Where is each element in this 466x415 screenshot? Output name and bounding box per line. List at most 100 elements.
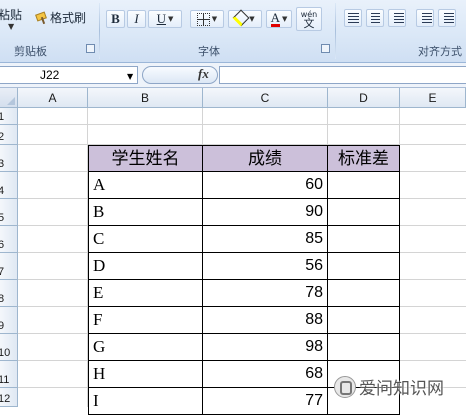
underline-label: U (156, 11, 166, 26)
table-cell-std[interactable] (327, 226, 400, 253)
table-cell-score[interactable]: 85 (202, 226, 328, 253)
chevron-down-icon: ▼ (282, 15, 288, 23)
column-header-d[interactable]: D (328, 88, 400, 108)
align-right-button[interactable] (388, 9, 406, 27)
border-grid-icon (196, 12, 210, 26)
row-header-6[interactable]: 6 (0, 226, 18, 253)
indent-icon (422, 13, 432, 23)
align-left-icon (348, 13, 359, 23)
row-number: 3 (0, 158, 4, 170)
fill-color-button[interactable]: ▼ (228, 9, 262, 28)
table-cell-score[interactable]: 88 (202, 307, 328, 334)
row-number: 10 (0, 347, 11, 359)
header-cell-score[interactable]: 成绩 (202, 145, 328, 172)
indent-icon (444, 13, 454, 23)
table-cell-std[interactable] (327, 307, 400, 334)
table-cell-score[interactable]: 77 (202, 388, 328, 415)
row-header-1[interactable]: 1 (0, 108, 18, 125)
paintbrush-icon (34, 12, 48, 24)
align-center-button[interactable] (366, 9, 384, 27)
row-number: 1 (0, 111, 4, 123)
grid-line (18, 124, 466, 125)
table-cell-name[interactable]: H (88, 361, 203, 388)
table-cell-std[interactable] (327, 172, 400, 199)
row-header-2[interactable]: 2 (0, 125, 18, 145)
align-right-icon (394, 13, 404, 23)
chevron-down-icon: ▼ (168, 15, 174, 23)
table-cell-score[interactable]: 98 (202, 334, 328, 361)
decrease-indent-button[interactable] (416, 9, 434, 27)
table-cell-name[interactable]: E (88, 280, 203, 307)
row-header-4[interactable]: 4 (0, 172, 18, 199)
column-header-a[interactable]: A (18, 88, 88, 108)
table-cell-score[interactable]: 78 (202, 280, 328, 307)
table-cell-name[interactable]: D (88, 253, 203, 280)
table-cell-score[interactable]: 60 (202, 172, 328, 199)
table-cell-std[interactable] (327, 199, 400, 226)
header-cell-std-dev[interactable]: 标准差 (327, 145, 400, 172)
table-cell-name[interactable]: F (88, 307, 203, 334)
table-cell-name[interactable]: G (88, 334, 203, 361)
insert-function-button[interactable]: fx (198, 66, 209, 82)
row-number: 4 (0, 185, 4, 197)
name-box-dropdown-icon[interactable]: ▼ (127, 72, 133, 81)
group-separator (335, 3, 336, 59)
formula-bar: J22 ▼ fx (0, 63, 466, 88)
paste-dropdown-arrow[interactable]: ▼ (8, 22, 14, 31)
phonetic-guide-button[interactable]: wén 文 (296, 7, 322, 31)
row-header-3[interactable]: 3 (0, 145, 18, 172)
font-group-label: 字体 (198, 45, 220, 58)
row-header-8[interactable]: 8 (0, 280, 18, 307)
watermark-logo-icon (334, 375, 356, 398)
clipboard-dialog-launcher[interactable] (86, 44, 95, 53)
chevron-down-icon: ▼ (211, 15, 218, 23)
align-left-button[interactable] (344, 9, 362, 27)
alignment-group-label: 对齐方式 (418, 45, 462, 58)
row-number: 2 (0, 131, 4, 143)
table-cell-name[interactable]: C (88, 226, 203, 253)
table-cell-score[interactable]: 56 (202, 253, 328, 280)
row-header-12[interactable]: 12 (0, 388, 18, 407)
underline-button[interactable]: U ▼ (148, 10, 182, 28)
paste-button[interactable]: 粘贴 (0, 6, 22, 23)
row-number: 7 (0, 266, 4, 278)
row-number: 5 (0, 212, 4, 224)
row-number: 6 (0, 239, 4, 251)
table-cell-name[interactable]: A (88, 172, 203, 199)
row-header-9[interactable]: 9 (0, 307, 18, 334)
borders-button[interactable]: ▼ (190, 10, 224, 28)
bold-button[interactable]: B (106, 10, 125, 28)
formula-input[interactable] (219, 66, 466, 84)
row-header-5[interactable]: 5 (0, 199, 18, 226)
format-painter-button[interactable]: 格式刷 (34, 9, 86, 26)
increase-indent-button[interactable] (438, 9, 456, 27)
font-color-a-icon: A (270, 10, 280, 27)
table-cell-std[interactable] (327, 280, 400, 307)
column-header-b[interactable]: B (88, 88, 203, 108)
table-cell-std[interactable] (327, 253, 400, 280)
row-header-7[interactable]: 7 (0, 253, 18, 280)
phonetic-char-label: 文 (303, 17, 315, 30)
table-cell-name[interactable]: B (88, 199, 203, 226)
column-header-e[interactable]: E (400, 88, 466, 108)
name-box[interactable]: J22 (0, 66, 138, 84)
header-cell-student-name[interactable]: 学生姓名 (88, 145, 203, 172)
align-center-icon (371, 13, 380, 23)
column-header-c[interactable]: C (203, 88, 328, 108)
format-painter-label: 格式刷 (50, 11, 87, 25)
italic-button[interactable]: I (127, 10, 146, 28)
row-number: 9 (0, 320, 4, 332)
table-cell-name[interactable]: I (88, 388, 203, 415)
ribbon: 粘贴 ▼ 格式刷 剪贴板 B I U ▼ ▼ ▼ A ▼ wén 文 字体 对齐方式 (0, 0, 466, 63)
table-cell-score[interactable]: 90 (202, 199, 328, 226)
table-cell-score[interactable]: 68 (202, 361, 328, 388)
font-dialog-launcher[interactable] (321, 44, 330, 53)
select-all-button[interactable] (0, 88, 18, 108)
watermark: 爱问知识网 (334, 374, 444, 399)
group-separator (99, 3, 100, 59)
font-color-button[interactable]: A ▼ (266, 10, 292, 28)
row-header-10[interactable]: 10 (0, 334, 18, 361)
table-cell-std[interactable] (327, 334, 400, 361)
row-header-11[interactable]: 11 (0, 361, 18, 388)
paint-bucket-icon (232, 9, 250, 26)
